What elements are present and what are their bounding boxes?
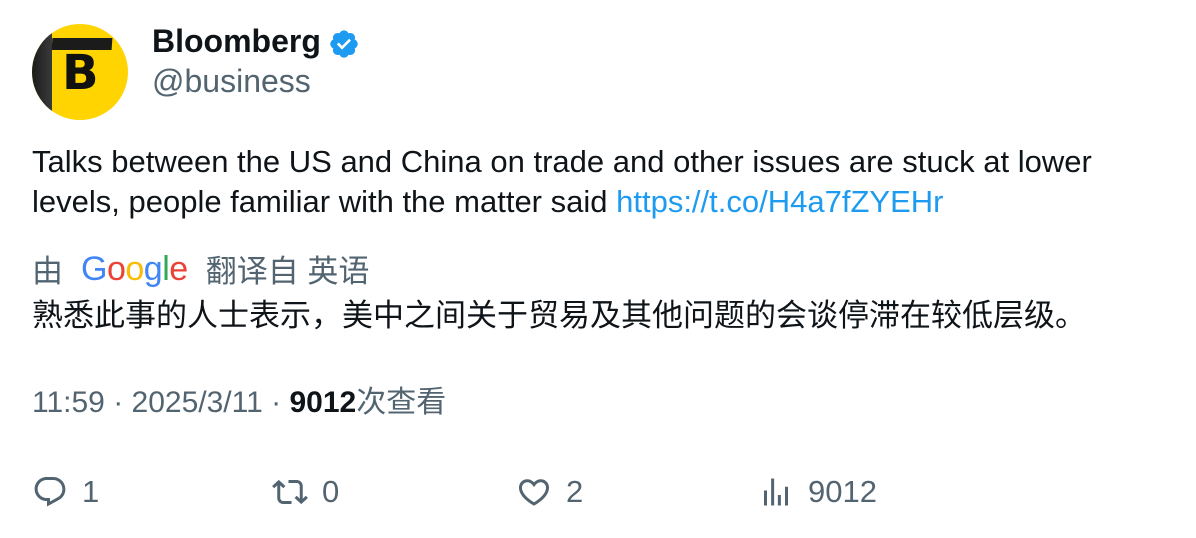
translation-attribution: 由 Google 翻译自 英语 [32,246,369,290]
retweet-icon [272,479,308,505]
tweet-link[interactable]: https://t.co/H4a7fZYEHr [616,184,943,219]
display-name[interactable]: Bloomberg [152,22,321,60]
meta-separator: · [113,386,124,419]
like-button[interactable]: 2 [516,468,583,516]
tweet-time[interactable]: 11:59 [32,386,105,419]
avatar-letter: B [62,45,99,101]
action-bar: 1 0 2 9012 [0,468,1196,516]
reply-button[interactable]: 1 [32,468,99,516]
like-count: 2 [566,474,584,509]
avatar[interactable]: B [32,24,128,120]
translation-prefix: 由 [32,253,63,289]
avatar-shade [32,24,52,120]
handle[interactable]: @business [152,62,311,100]
reply-count: 1 [82,474,100,509]
views-button[interactable]: 9012 [758,468,877,516]
retweet-button[interactable]: 0 [272,468,339,516]
views-count: 9012 [808,474,877,509]
meta-separator: · [271,386,282,419]
meta-views-label: 次查看 [356,386,447,419]
retweet-count: 0 [322,474,340,509]
tweet-text: Talks between the US and China on trade … [32,142,1172,222]
google-logo: Google [81,250,188,288]
translated-text: 熟悉此事的人士表示，美中之间关于贸易及其他问题的会谈停滞在较低层级。 [32,298,1086,333]
views-icon [764,478,788,506]
reply-icon [34,477,66,507]
translation-suffix[interactable]: 翻译自 英语 [206,246,370,291]
tweet-date[interactable]: 2025/3/11 [132,386,263,419]
tweet-meta: 11:59 · 2025/3/11 · 9012次查看 [32,383,446,423]
like-icon [518,479,550,506]
verified-badge-icon [330,30,358,58]
meta-views-count: 9012 [289,386,357,419]
